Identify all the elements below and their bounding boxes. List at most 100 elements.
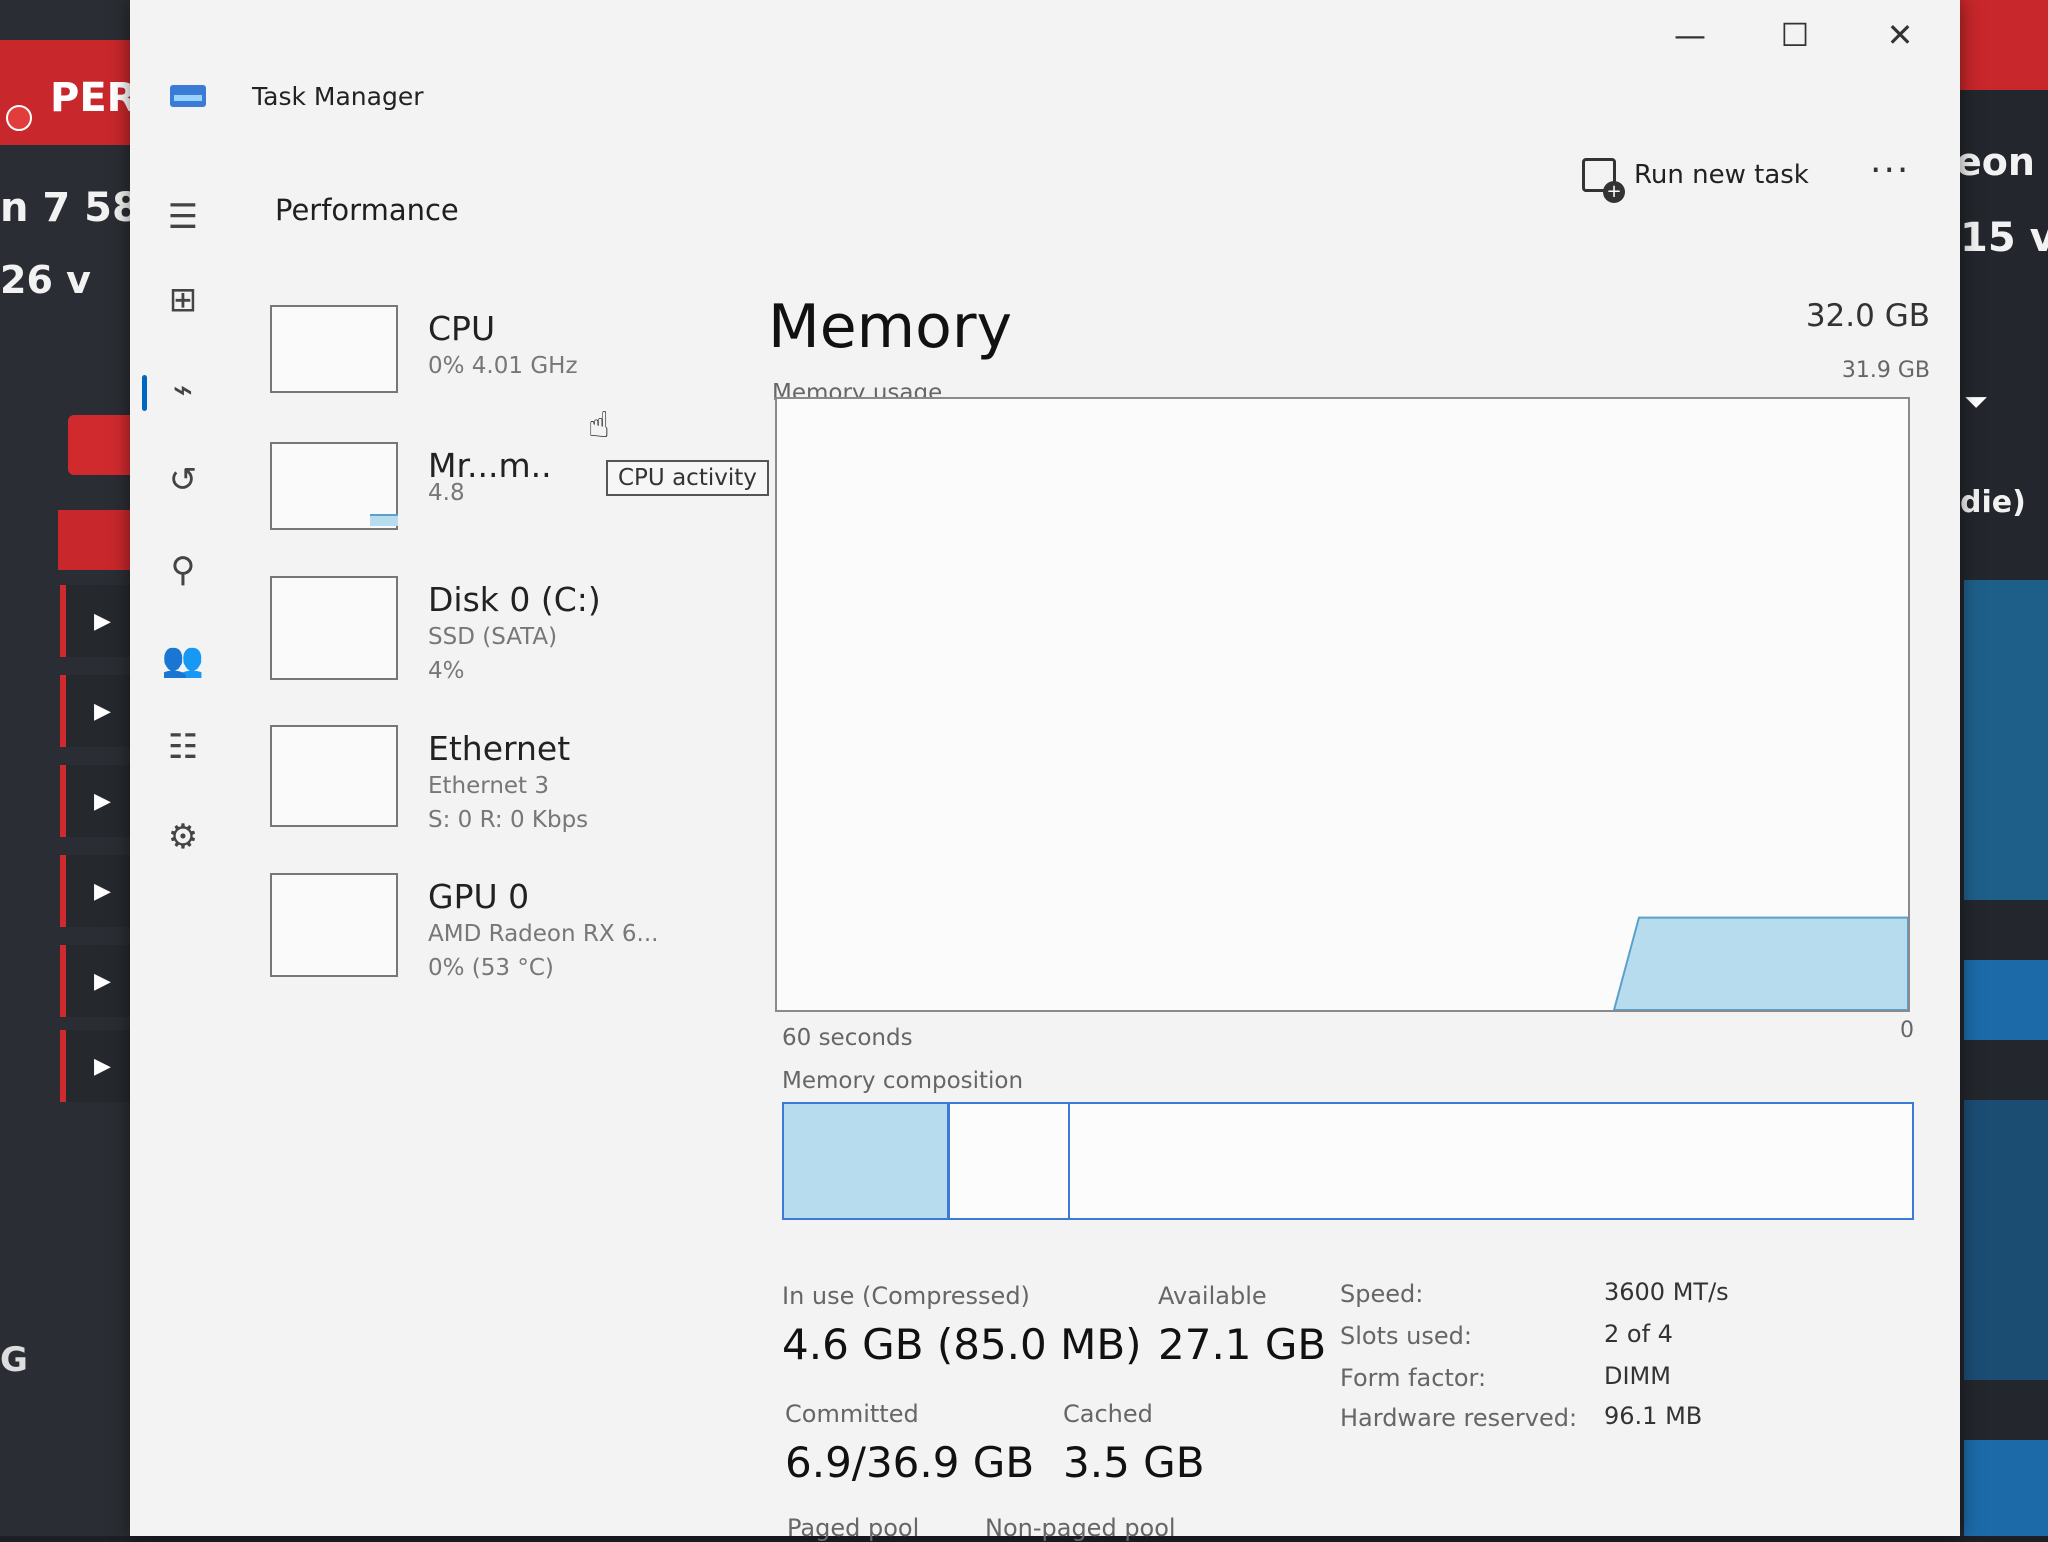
device-subtext: SSD (SATA) 4% bbox=[428, 620, 557, 688]
window-title: Task Manager bbox=[252, 82, 424, 111]
background-text: 15 v bbox=[1960, 215, 2048, 261]
non-paged-pool-label: Non-paged pool bbox=[985, 1514, 1176, 1542]
memory-total: 32.0 GB bbox=[1805, 298, 1930, 334]
device-subtext-line: 0% (53 °C) bbox=[428, 955, 554, 981]
run-task-icon bbox=[1582, 158, 1625, 203]
close-button[interactable]: ✕ bbox=[1870, 10, 1930, 60]
tooltip: CPU activity bbox=[606, 460, 769, 496]
device-thumbnail-graph bbox=[270, 725, 398, 827]
stat-label: Available bbox=[1158, 1282, 1267, 1310]
form-factor-label: Form factor: bbox=[1340, 1364, 1487, 1392]
memory-usage-max: 31.9 GB bbox=[1841, 358, 1930, 383]
background-text: eon F bbox=[1956, 140, 2048, 184]
stat-label: Committed bbox=[785, 1400, 919, 1428]
background-graph bbox=[1964, 580, 2048, 900]
background-app-left: PER n 7 580 26 v ▶ ▶ ▶ ▶ ▶ ▶ G bbox=[0, 0, 168, 1536]
device-item-cpu[interactable]: CPU 0% 4.01 GHz bbox=[270, 305, 730, 415]
device-subtext: AMD Radeon RX 6... 0% (53 °C) bbox=[428, 917, 659, 985]
background-text: G bbox=[0, 1340, 28, 1380]
slots-used-label: Slots used: bbox=[1340, 1322, 1472, 1350]
device-subtext: Ethernet 3 S: 0 R: 0 Kbps bbox=[428, 769, 588, 837]
performance-icon[interactable]: ⌁ bbox=[158, 365, 208, 415]
device-name: Ethernet bbox=[428, 729, 571, 768]
page-title: Performance bbox=[275, 193, 459, 227]
composition-modified[interactable] bbox=[950, 1104, 1070, 1218]
device-thumbnail-graph bbox=[270, 576, 398, 680]
caret-right-icon: ▶ bbox=[94, 879, 111, 904]
run-new-task-button[interactable]: Run new task bbox=[1582, 158, 1809, 203]
stat-available: Available 27.1 GB bbox=[1158, 1282, 1326, 1369]
stat-cached: Cached 3.5 GB bbox=[1063, 1400, 1205, 1487]
background-text: die) bbox=[1960, 485, 2026, 520]
memory-composition-bar[interactable] bbox=[782, 1102, 1914, 1220]
minimize-button[interactable]: — bbox=[1660, 10, 1720, 60]
device-subtext-line: Ethernet 3 bbox=[428, 773, 550, 799]
device-name: CPU bbox=[428, 309, 496, 348]
caret-right-icon: ▶ bbox=[94, 1054, 111, 1079]
background-voltage: 26 v bbox=[0, 258, 91, 302]
app-history-icon[interactable]: ↺ bbox=[158, 455, 208, 505]
caret-right-icon: ▶ bbox=[94, 609, 111, 634]
device-name: Disk 0 (C:) bbox=[428, 580, 601, 619]
nav-rail: ☰ ⊞ ⌁ ↺ ⚲ 👥 ☷ ⚙ bbox=[130, 150, 240, 1536]
memory-usage-svg bbox=[1613, 916, 1908, 1010]
device-name: GPU 0 bbox=[428, 877, 530, 916]
hand-cursor-icon: ☝ bbox=[588, 405, 610, 446]
device-item-gpu[interactable]: GPU 0 AMD Radeon RX 6... 0% (53 °C) bbox=[270, 873, 730, 983]
more-options-button[interactable]: ··· bbox=[1870, 150, 1910, 191]
paged-pool-label: Paged pool bbox=[787, 1514, 920, 1542]
processes-icon[interactable]: ⊞ bbox=[158, 275, 208, 325]
task-manager-window: Task Manager — ☐ ✕ ☰ ⊞ ⌁ ↺ ⚲ 👥 ☷ ⚙ Perfo… bbox=[130, 0, 1960, 1542]
hardware-reserved-label: Hardware reserved: bbox=[1340, 1404, 1578, 1432]
amd-logo-icon bbox=[6, 105, 32, 131]
background-graph bbox=[1964, 1100, 2048, 1380]
task-manager-icon bbox=[170, 85, 206, 107]
background-graph bbox=[1964, 1440, 2048, 1536]
caret-right-icon: ▶ bbox=[94, 969, 111, 994]
hamburger-menu-icon[interactable]: ☰ bbox=[158, 192, 208, 242]
device-subtext-line: SSD (SATA) bbox=[428, 624, 558, 650]
device-item-ethernet[interactable]: Ethernet Ethernet 3 S: 0 R: 0 Kbps bbox=[270, 725, 730, 835]
device-subtext-line: 4% bbox=[428, 658, 465, 684]
hardware-reserved-value: 96.1 MB bbox=[1604, 1402, 1703, 1430]
title-bar[interactable]: Task Manager — ☐ ✕ bbox=[130, 0, 1960, 150]
speed-value: 3600 MT/s bbox=[1604, 1278, 1729, 1306]
background-graph bbox=[1964, 960, 2048, 1040]
maximize-button[interactable]: ☐ bbox=[1765, 10, 1825, 60]
startup-apps-icon[interactable]: ⚲ bbox=[158, 545, 208, 595]
memory-composition-label: Memory composition bbox=[782, 1068, 1024, 1094]
background-red-bar bbox=[58, 510, 140, 570]
stat-value: 3.5 GB bbox=[1063, 1438, 1205, 1487]
graph-x-label-right: 0 bbox=[1900, 1018, 1914, 1043]
device-subtext-line: S: 0 R: 0 Kbps bbox=[428, 807, 589, 833]
memory-usage-graph bbox=[775, 397, 1910, 1012]
speed-label: Speed: bbox=[1340, 1280, 1424, 1308]
device-subtext: 0% 4.01 GHz bbox=[428, 353, 578, 379]
graph-x-label-left: 60 seconds bbox=[782, 1025, 913, 1051]
stat-value: 4.6 GB (85.0 MB) bbox=[782, 1320, 1142, 1369]
details-icon[interactable]: ☷ bbox=[158, 722, 208, 772]
filter-icon: ⏷ bbox=[1964, 385, 1988, 420]
device-item-disk[interactable]: Disk 0 (C:) SSD (SATA) 4% bbox=[270, 576, 730, 686]
device-thumbnail-graph bbox=[270, 305, 398, 393]
slots-used-value: 2 of 4 bbox=[1604, 1320, 1673, 1348]
stat-committed: Committed 6.9/36.9 GB bbox=[785, 1400, 1034, 1487]
stat-label: In use (Compressed) bbox=[782, 1282, 1030, 1310]
form-factor-value: DIMM bbox=[1604, 1362, 1671, 1390]
stat-value: 27.1 GB bbox=[1158, 1320, 1327, 1369]
services-icon[interactable]: ⚙ bbox=[158, 812, 208, 862]
device-item-memory[interactable]: Mr...m.. 4.8 bbox=[270, 442, 730, 552]
stat-in-use: In use (Compressed) 4.6 GB (85.0 MB) bbox=[782, 1282, 1142, 1369]
background-app-right: eon F 15 v ⏷ die) bbox=[1950, 0, 2048, 1536]
nav-active-indicator bbox=[142, 375, 147, 411]
memory-title: Memory bbox=[768, 292, 1013, 362]
users-icon[interactable]: 👥 bbox=[158, 635, 208, 685]
memory-usage-area bbox=[1613, 916, 1908, 1010]
run-new-task-label: Run new task bbox=[1634, 160, 1809, 190]
caret-right-icon: ▶ bbox=[94, 789, 111, 814]
device-thumbnail-graph bbox=[270, 873, 398, 977]
composition-in-use[interactable] bbox=[784, 1104, 950, 1218]
device-thumbnail-graph bbox=[270, 442, 398, 530]
background-topbar bbox=[1950, 0, 2048, 90]
stat-value: 6.9/36.9 GB bbox=[785, 1438, 1035, 1487]
